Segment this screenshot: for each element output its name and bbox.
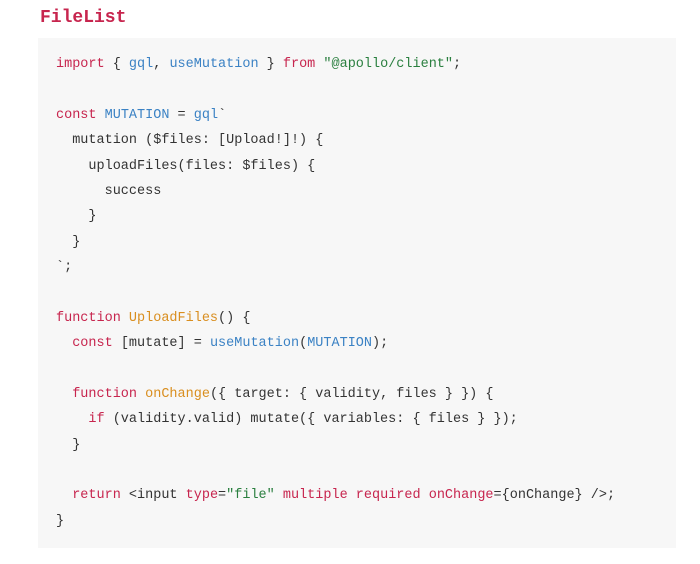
text: () {: [218, 311, 250, 326]
jsx-value: {onChange}: [502, 488, 583, 503]
text: [97, 108, 105, 123]
code-line: mutation ($files: [Upload!]!) {: [56, 133, 323, 148]
text: ,: [153, 57, 169, 72]
string-file: "file": [226, 488, 275, 503]
text: [121, 488, 129, 503]
text: =: [169, 108, 193, 123]
text: [275, 488, 283, 503]
attr-required: required: [356, 488, 421, 503]
text: ({ target: { validity, files } }) {: [210, 387, 494, 402]
kw-const: const: [72, 336, 113, 351]
text: />;: [583, 488, 615, 503]
section-title: FileList: [40, 8, 676, 28]
attr-type: type: [186, 488, 218, 503]
text: [56, 387, 72, 402]
jsx-open: <input: [129, 488, 186, 503]
text: (validity.valid) mutate({ variables: { f…: [105, 412, 518, 427]
code-line: }: [56, 438, 80, 453]
call-useMutation: useMutation: [210, 336, 299, 351]
text: [113, 336, 121, 351]
kw-return: return: [72, 488, 121, 503]
fn-UploadFiles: UploadFiles: [129, 311, 218, 326]
code-line: }: [56, 209, 97, 224]
const-MUTATION: MUTATION: [105, 108, 170, 123]
code-line: }: [56, 514, 64, 529]
kw-from: from: [283, 57, 315, 72]
text: `: [218, 108, 226, 123]
ident-useMutation: useMutation: [169, 57, 258, 72]
text: [56, 488, 72, 503]
text: [mutate] =: [121, 336, 210, 351]
attr-onChange: onChange: [429, 488, 494, 503]
code-line: uploadFiles(files: $files) {: [56, 159, 315, 174]
text: [56, 336, 72, 351]
text: [121, 311, 129, 326]
fn-onChange: onChange: [145, 387, 210, 402]
attr-multiple: multiple: [283, 488, 348, 503]
kw-function: function: [56, 311, 121, 326]
kw-if: if: [88, 412, 104, 427]
code-line: `;: [56, 260, 72, 275]
document-root: FileList import { gql, useMutation } fro…: [0, 0, 700, 564]
text: ;: [453, 57, 461, 72]
text: [348, 488, 356, 503]
kw-function: function: [72, 387, 137, 402]
text: }: [259, 57, 283, 72]
ident-gql: gql: [129, 57, 153, 72]
kw-const: const: [56, 108, 97, 123]
arg-MUTATION: MUTATION: [307, 336, 372, 351]
text: [421, 488, 429, 503]
kw-import: import: [56, 57, 105, 72]
text: =: [218, 488, 226, 503]
text: (: [299, 336, 307, 351]
code-block: import { gql, useMutation } from "@apoll…: [38, 38, 676, 548]
string-apollo: "@apollo/client": [323, 57, 453, 72]
text: );: [372, 336, 388, 351]
code-line: success: [56, 184, 161, 199]
text: [56, 412, 88, 427]
text: [137, 387, 145, 402]
ident-gql-call: gql: [194, 108, 218, 123]
text: {: [105, 57, 129, 72]
code-line: }: [56, 235, 80, 250]
text: =: [494, 488, 502, 503]
